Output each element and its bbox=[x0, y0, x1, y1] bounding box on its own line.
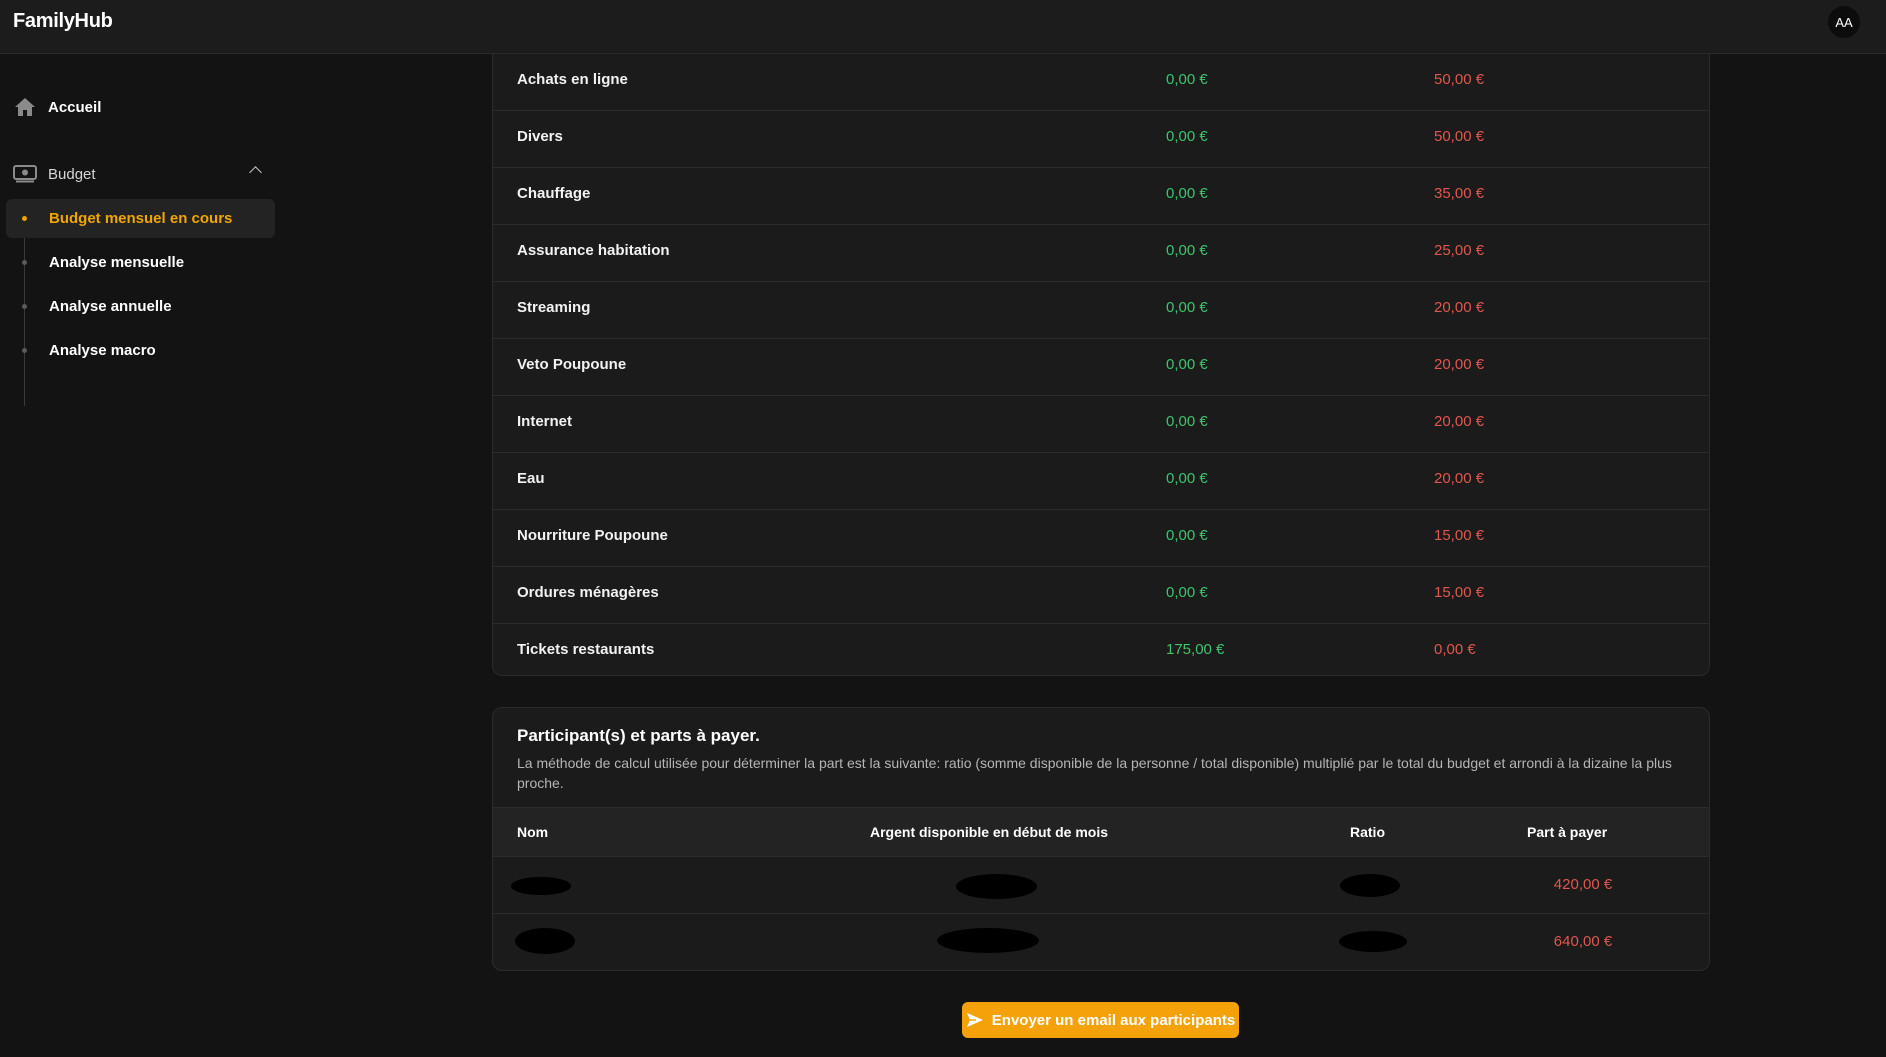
home-icon bbox=[13, 95, 37, 119]
budget-amount: 20,00 € bbox=[1434, 299, 1485, 316]
spent-amount: 0,00 € bbox=[1166, 242, 1208, 259]
spent-amount: 0,00 € bbox=[1166, 584, 1208, 601]
spent-amount: 0,00 € bbox=[1166, 413, 1208, 430]
share-amount: 420,00 € bbox=[1553, 876, 1613, 893]
table-row: Divers 0,00 € 50,00 € bbox=[493, 111, 1709, 168]
bullet-icon bbox=[22, 260, 27, 265]
bullet-icon bbox=[22, 304, 27, 309]
budget-amount: 50,00 € bbox=[1434, 71, 1485, 88]
category-name: Ordures ménagères bbox=[517, 584, 659, 601]
share-amount: 640,00 € bbox=[1553, 933, 1613, 950]
table-row: Veto Poupoune 0,00 € 20,00 € bbox=[493, 339, 1709, 396]
sidebar: Accueil Budget Budget mensuel en cours A… bbox=[0, 54, 290, 1057]
user-avatar[interactable]: AA bbox=[1828, 6, 1860, 38]
participants-table-header: Nom Argent disponible en début de mois R… bbox=[493, 807, 1709, 857]
spent-amount: 0,00 € bbox=[1166, 356, 1208, 373]
app-logo[interactable]: FamilyHub bbox=[13, 10, 113, 33]
category-name: Eau bbox=[517, 470, 545, 487]
sidebar-item-label: Analyse annuelle bbox=[49, 298, 172, 315]
header-share: Part à payer bbox=[1527, 824, 1608, 840]
participants-title: Participant(s) et parts à payer. bbox=[517, 726, 760, 745]
category-name: Achats en ligne bbox=[517, 71, 628, 88]
table-row: Chauffage 0,00 € 35,00 € bbox=[493, 168, 1709, 225]
category-name: Veto Poupoune bbox=[517, 356, 627, 373]
redacted-name bbox=[515, 928, 575, 954]
table-row: Nourriture Poupoune 0,00 € 15,00 € bbox=[493, 510, 1709, 567]
budget-amount: 20,00 € bbox=[1434, 413, 1485, 430]
sidebar-item-analyse-macro[interactable]: Analyse macro bbox=[6, 331, 275, 370]
table-row: Achats en ligne 0,00 € 50,00 € bbox=[493, 54, 1709, 111]
table-row: Assurance habitation 0,00 € 25,00 € bbox=[493, 225, 1709, 282]
spent-amount: 0,00 € bbox=[1166, 128, 1208, 145]
participants-description: La méthode de calcul utilisée pour déter… bbox=[517, 755, 1672, 791]
sidebar-item-label: Analyse mensuelle bbox=[49, 254, 185, 271]
redacted-ratio bbox=[1339, 931, 1407, 952]
budget-amount: 25,00 € bbox=[1434, 242, 1485, 259]
category-name: Chauffage bbox=[517, 185, 591, 202]
table-row: Eau 0,00 € 20,00 € bbox=[493, 453, 1709, 510]
category-name: Nourriture Poupoune bbox=[517, 527, 668, 544]
category-name: Tickets restaurants bbox=[517, 641, 655, 658]
budget-amount: 20,00 € bbox=[1434, 470, 1485, 487]
send-email-label: Envoyer un email aux participants bbox=[991, 1011, 1236, 1029]
spent-amount: 0,00 € bbox=[1166, 71, 1208, 88]
chevron-up-icon[interactable] bbox=[249, 166, 262, 179]
spent-amount: 0,00 € bbox=[1166, 299, 1208, 316]
spent-amount: 175,00 € bbox=[1166, 641, 1225, 658]
sidebar-item-budget[interactable]: Budget bbox=[13, 162, 265, 186]
sidebar-item-budget-mensuel[interactable]: Budget mensuel en cours bbox=[6, 199, 275, 238]
table-row: Tickets restaurants 175,00 € 0,00 € bbox=[493, 624, 1709, 681]
redacted-name bbox=[511, 877, 571, 895]
sidebar-item-label: Budget bbox=[48, 165, 96, 183]
header-name: Nom bbox=[517, 824, 549, 840]
budget-amount: 35,00 € bbox=[1434, 185, 1485, 202]
send-icon bbox=[966, 1012, 984, 1028]
sidebar-item-analyse-annuelle[interactable]: Analyse annuelle bbox=[6, 287, 275, 326]
table-row: 640,00 € bbox=[493, 914, 1709, 971]
budget-amount: 0,00 € bbox=[1434, 641, 1476, 658]
budget-amount: 20,00 € bbox=[1434, 356, 1485, 373]
category-name: Internet bbox=[517, 413, 573, 430]
top-bar: FamilyHub AA bbox=[0, 0, 1886, 54]
category-name: Assurance habitation bbox=[517, 242, 670, 259]
redacted-ratio bbox=[1340, 874, 1400, 897]
participants-card: Participant(s) et parts à payer. La méth… bbox=[492, 707, 1710, 971]
sidebar-item-analyse-mensuelle[interactable]: Analyse mensuelle bbox=[6, 243, 275, 282]
spent-amount: 0,00 € bbox=[1166, 470, 1208, 487]
spent-amount: 0,00 € bbox=[1166, 527, 1208, 544]
redacted-amount bbox=[956, 874, 1037, 899]
table-row: Streaming 0,00 € 20,00 € bbox=[493, 282, 1709, 339]
budget-amount: 50,00 € bbox=[1434, 128, 1485, 145]
header-ratio: Ratio bbox=[1350, 824, 1385, 840]
redacted-amount bbox=[937, 928, 1039, 953]
budget-table: Achats en ligne 0,00 € 50,00 € Divers 0,00 … bbox=[492, 54, 1710, 676]
budget-amount: 15,00 € bbox=[1434, 527, 1485, 544]
table-row: Internet 0,00 € 20,00 € bbox=[493, 396, 1709, 453]
category-name: Streaming bbox=[517, 299, 591, 316]
bullet-icon bbox=[22, 348, 27, 353]
table-row: Ordures ménagères 0,00 € 15,00 € bbox=[493, 567, 1709, 624]
budget-amount: 15,00 € bbox=[1434, 584, 1485, 601]
spent-amount: 0,00 € bbox=[1166, 185, 1208, 202]
sidebar-item-label: Budget mensuel en cours bbox=[49, 210, 233, 227]
sidebar-item-label: Analyse macro bbox=[49, 342, 156, 359]
header-available: Argent disponible en début de mois bbox=[870, 824, 1109, 840]
category-name: Divers bbox=[517, 128, 563, 145]
bullet-icon bbox=[22, 216, 27, 221]
sidebar-item-label: Accueil bbox=[48, 98, 102, 116]
table-row: 420,00 € bbox=[493, 857, 1709, 914]
sidebar-item-accueil[interactable]: Accueil bbox=[13, 95, 101, 119]
send-email-button[interactable]: Envoyer un email aux participants bbox=[962, 1002, 1239, 1038]
money-icon bbox=[13, 162, 37, 186]
